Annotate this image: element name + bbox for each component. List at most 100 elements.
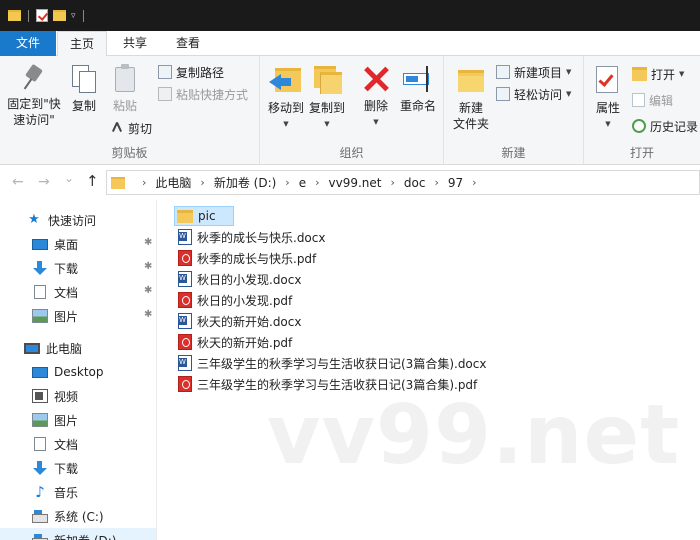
tab-home[interactable]: 主页 — [57, 31, 107, 57]
desktop-icon — [32, 367, 48, 378]
chevron-down-icon: ▼ — [566, 90, 572, 98]
breadcrumb-item[interactable]: vv99.net — [327, 176, 384, 190]
breadcrumb-item[interactable]: 新加卷 (D:) — [212, 174, 278, 191]
breadcrumb-separator[interactable]: › — [193, 176, 211, 189]
new-item-icon — [496, 65, 510, 79]
copy-to-button[interactable]: 复制到 ▼ — [306, 64, 348, 132]
quick-access-divider — [82, 9, 84, 22]
pin-icon[interactable]: ✱ — [144, 238, 152, 248]
nav-item-drive-c[interactable]: 系统 (C:) — [0, 504, 156, 528]
picture-icon — [32, 309, 48, 323]
nav-item-label: 下载 — [54, 261, 79, 276]
document-icon — [34, 285, 46, 299]
nav-item-pictures-pc[interactable]: 图片 — [0, 408, 156, 432]
breadcrumb-item[interactable]: 此电脑 — [153, 174, 193, 191]
file-name: 秋天的新开始.pdf — [197, 335, 293, 350]
nav-item-desktop-pc[interactable]: Desktop — [0, 360, 156, 384]
copy-path-button[interactable]: 复制路径 — [158, 62, 224, 82]
nav-item-this-pc[interactable]: 此电脑 — [0, 336, 156, 360]
chevron-down-icon[interactable]: ▿ — [71, 11, 76, 21]
breadcrumb-separator[interactable]: › — [308, 176, 326, 189]
breadcrumb-separator[interactable]: › — [465, 176, 483, 189]
nav-item-downloads[interactable]: 下载 ✱ — [0, 256, 156, 280]
nav-item-drive-d[interactable]: 新加卷 (D:) — [0, 528, 156, 540]
open-group: 属性 ▼ 打开 ▼ 编辑 历史记录 打开 — [584, 56, 700, 165]
file-name: 三年级学生的秋季学习与生活收获日记(3篇合集).docx — [197, 356, 487, 371]
nav-item-quick-access[interactable]: ★ 快速访问 — [0, 208, 156, 232]
edit-button[interactable]: 编辑 — [632, 90, 673, 110]
paste-button[interactable]: 粘贴 — [106, 64, 144, 114]
address-bar[interactable]: › 此电脑 › 新加卷 (D:) › e › vv99.net › doc › … — [106, 170, 700, 195]
breadcrumb-item[interactable]: 97 — [446, 176, 465, 190]
easy-access-button[interactable]: 轻松访问 ▼ — [496, 84, 571, 104]
paste-label: 粘贴 — [112, 99, 137, 113]
pdf-icon — [178, 250, 192, 266]
nav-item-pictures[interactable]: 图片 ✱ — [0, 304, 156, 328]
file-name: 秋季的成长与快乐.docx — [197, 230, 326, 245]
chevron-down-icon: ▼ — [283, 120, 289, 128]
pin-label-line1: 固定到"快 — [7, 97, 61, 111]
navigation-pane: ★ 快速访问 桌面 ✱ 下载 ✱ 文档 ✱ 图片 ✱ 此电脑 Desktop 视… — [0, 200, 157, 540]
breadcrumb-separator[interactable]: › — [427, 176, 445, 189]
paste-shortcut-button[interactable]: 粘贴快捷方式 — [158, 84, 248, 104]
paste-icon — [112, 64, 138, 94]
nav-item-downloads-pc[interactable]: 下载 — [0, 456, 156, 480]
properties-icon[interactable] — [36, 9, 48, 22]
list-item[interactable]: 秋天的新开始.pdf — [174, 332, 295, 352]
list-item[interactable]: 三年级学生的秋季学习与生活收获日记(3篇合集).docx — [174, 353, 489, 373]
quick-access-divider — [28, 9, 29, 22]
new-item-button[interactable]: 新建项目 ▼ — [496, 62, 571, 82]
list-item[interactable]: 秋日的小发现.docx — [174, 269, 304, 289]
new-folder-icon[interactable] — [53, 10, 66, 21]
nav-item-desktop[interactable]: 桌面 ✱ — [0, 232, 156, 256]
chevron-down-icon: ▼ — [679, 70, 685, 78]
new-folder-label-line2: 文件夹 — [452, 117, 489, 131]
list-item[interactable]: 秋季的成长与快乐.pdf — [174, 248, 319, 268]
list-item-folder[interactable]: pic — [174, 206, 234, 226]
list-item[interactable]: 秋日的小发现.pdf — [174, 290, 295, 310]
pin-icon[interactable]: ✱ — [144, 262, 152, 272]
nav-item-music[interactable]: ♪ 音乐 — [0, 480, 156, 504]
copy-button[interactable]: 复制 — [66, 64, 102, 114]
copy-path-icon — [158, 65, 172, 79]
tab-file[interactable]: 文件 — [0, 31, 56, 56]
pin-to-quick-access-button[interactable]: 固定到"快 速访问" — [4, 64, 64, 128]
nav-item-videos[interactable]: 视频 — [0, 384, 156, 408]
pdf-icon — [178, 376, 192, 392]
list-item[interactable]: 秋季的成长与快乐.docx — [174, 227, 328, 247]
up-button[interactable]: ↑ — [86, 172, 99, 190]
tab-view[interactable]: 查看 — [163, 31, 213, 56]
cut-button[interactable]: 剪切 — [110, 118, 152, 138]
open-button[interactable]: 打开 ▼ — [632, 64, 684, 84]
back-button[interactable]: ← — [12, 174, 24, 190]
breadcrumb-separator[interactable]: › — [135, 176, 153, 189]
breadcrumb-item[interactable]: doc — [402, 176, 428, 190]
new-folder-button[interactable]: 新建 文件夹 — [448, 64, 494, 132]
delete-button[interactable]: 删除 ▼ — [358, 64, 394, 130]
nav-item-documents[interactable]: 文档 ✱ — [0, 280, 156, 304]
new-group-label: 新建 — [501, 146, 526, 160]
word-document-icon — [178, 313, 192, 329]
history-button[interactable]: 历史记录 — [632, 116, 698, 136]
pin-icon[interactable]: ✱ — [144, 310, 152, 320]
picture-icon — [32, 413, 48, 427]
forward-button[interactable]: → — [38, 174, 50, 190]
list-item[interactable]: 秋天的新开始.docx — [174, 311, 304, 331]
breadcrumb-separator[interactable]: › — [278, 176, 296, 189]
file-name: 秋季的成长与快乐.pdf — [197, 251, 317, 266]
tab-share[interactable]: 共享 — [110, 31, 160, 56]
organize-group-label: 组织 — [339, 146, 364, 160]
nav-item-label: 此电脑 — [46, 341, 83, 356]
pin-label-line2: 速访问" — [13, 113, 55, 127]
pin-icon[interactable]: ✱ — [144, 286, 152, 296]
organize-group: 移动到 ▼ 复制到 ▼ 删除 ▼ 重命名 组织 — [260, 56, 444, 165]
move-to-button[interactable]: 移动到 ▼ — [265, 64, 307, 132]
nav-item-documents-pc[interactable]: 文档 — [0, 432, 156, 456]
breadcrumb-separator[interactable]: › — [383, 176, 401, 189]
rename-button[interactable]: 重命名 — [396, 64, 440, 114]
breadcrumb-item[interactable]: e — [297, 176, 308, 190]
properties-button[interactable]: 属性 ▼ — [588, 64, 628, 132]
easy-access-icon — [496, 87, 510, 101]
open-group-label: 打开 — [629, 146, 654, 160]
recent-locations-button[interactable]: ⌄ — [64, 171, 74, 185]
